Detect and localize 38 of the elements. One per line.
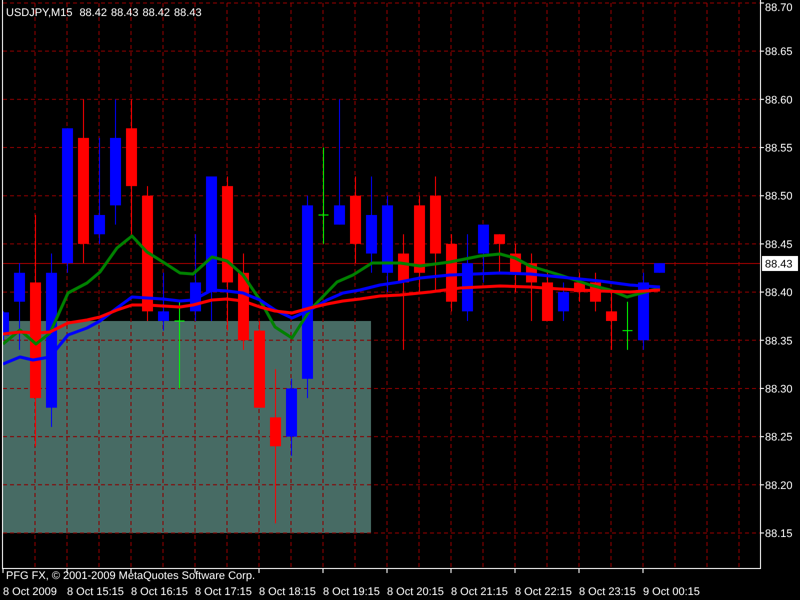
price-label: 88.70 [765, 2, 793, 14]
doji-candle [622, 301, 633, 350]
bearish-candle [526, 253, 537, 322]
time-label: 8 Oct 21:15 [451, 586, 508, 598]
price-label: 88.15 [765, 528, 793, 540]
bearish-candle [574, 272, 585, 302]
price-label: 88.25 [765, 432, 793, 444]
time-label: 8 Oct 2009 [3, 586, 57, 598]
price-label: 88.35 [765, 335, 793, 348]
price-label: 88.50 [765, 190, 793, 203]
price-label: 88.30 [765, 383, 793, 396]
current-price-label: 88.43 [765, 258, 793, 270]
bearish-candle [590, 272, 601, 312]
price-label: 88.55 [765, 142, 793, 155]
time-label: 8 Oct 16:15 [131, 586, 188, 598]
time-label: 8 Oct 22:15 [515, 586, 572, 598]
bearish-candle [510, 243, 521, 293]
price-label: 88.40 [765, 287, 793, 300]
price-label: 88.20 [765, 480, 793, 492]
time-label: 8 Oct 15:15 [67, 586, 124, 598]
bearish-candle [606, 292, 617, 350]
chart-header: USDJPY,M15 88.42 88.43 88.42 88.43 [6, 7, 202, 19]
time-label: 8 Oct 18:15 [259, 586, 316, 598]
time-label: 8 Oct 23:15 [579, 586, 636, 598]
bearish-candle [494, 234, 505, 274]
time-label: 9 Oct 00:15 [643, 586, 700, 598]
price-label: 88.60 [765, 94, 793, 106]
time-label: 8 Oct 17:15 [195, 586, 252, 598]
bullish-candle [558, 282, 569, 322]
bullish-candle [654, 262, 665, 274]
price-label: 88.45 [765, 238, 793, 251]
time-label: 8 Oct 20:15 [387, 586, 444, 598]
copyright-text: PFG FX, © 2001-2009 MetaQuotes Software Corp. [6, 570, 255, 582]
time-label: 8 Oct 19:15 [323, 586, 380, 598]
bullish-candle [478, 224, 489, 283]
bullish-candle [158, 272, 169, 332]
bearish-candle [542, 272, 553, 322]
price-label: 88.65 [765, 46, 793, 58]
